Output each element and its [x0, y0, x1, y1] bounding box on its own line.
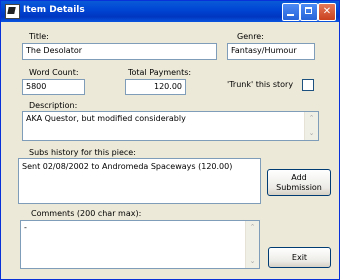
subs-history-label: Subs history for this piece: [29, 148, 136, 157]
trunk-checkbox[interactable] [302, 79, 314, 91]
item-details-window: Item Details ✕ Title: The Desolator Genr… [0, 0, 340, 280]
total-payments-field[interactable]: 120.00 [125, 79, 186, 95]
scroll-down-icon[interactable]: ⌄ [246, 255, 259, 268]
title-label: Title: [29, 32, 49, 41]
close-button[interactable]: ✕ [318, 3, 336, 21]
exit-button[interactable]: Exit [268, 247, 331, 268]
comments-label: Comments (200 char max): [31, 209, 142, 218]
subs-history-item[interactable]: Sent 02/08/2002 to Andromeda Spaceways (… [22, 162, 257, 171]
genre-label: Genre: [237, 32, 264, 41]
subs-history-list[interactable]: Sent 02/08/2002 to Andromeda Spaceways (… [18, 158, 261, 204]
description-label: Description: [29, 101, 78, 110]
title-bar[interactable]: Item Details ✕ [1, 1, 339, 22]
word-count-field[interactable]: 5800 [22, 79, 85, 95]
description-text: AKA Questor, but modified considerably [26, 114, 186, 123]
comments-textarea[interactable]: - ⌃ ⌄ [20, 220, 260, 269]
scroll-up-icon[interactable]: ⌃ [305, 112, 318, 125]
app-icon [5, 4, 20, 19]
maximize-icon [305, 7, 312, 14]
scroll-up-icon[interactable]: ⌃ [246, 221, 259, 234]
comments-scrollbar[interactable]: ⌃ ⌄ [245, 221, 259, 268]
genre-field[interactable]: Fantasy/Humour [227, 43, 315, 60]
description-scrollbar[interactable]: ⌃ ⌄ [304, 112, 318, 140]
comments-text: - [24, 223, 27, 232]
total-payments-label: Total Payments: [128, 68, 192, 77]
scroll-down-icon[interactable]: ⌄ [305, 127, 318, 140]
description-textarea[interactable]: AKA Questor, but modified considerably ⌃… [22, 111, 319, 141]
add-submission-label-line1: Add [291, 173, 307, 182]
title-field[interactable]: The Desolator [22, 43, 217, 60]
maximize-button[interactable] [300, 3, 318, 21]
window-title: Item Details [23, 5, 85, 15]
add-submission-button[interactable]: Add Submission [267, 169, 331, 196]
word-count-label: Word Count: [29, 68, 79, 77]
trunk-label: 'Trunk' this story [227, 80, 294, 89]
minimize-button[interactable] [282, 3, 300, 21]
add-submission-label-line2: Submission [276, 183, 322, 192]
minimize-icon [287, 14, 294, 16]
close-icon: ✕ [322, 6, 332, 17]
